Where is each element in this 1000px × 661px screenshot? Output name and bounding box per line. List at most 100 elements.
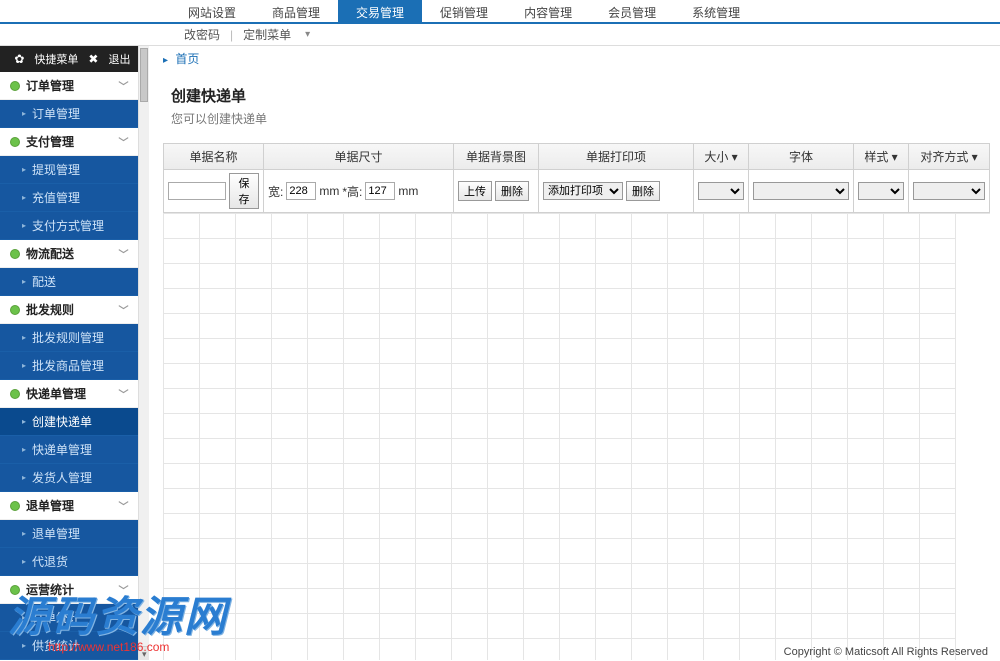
delete-print-button[interactable]: 删除 <box>626 181 660 201</box>
sidebar: 订单管理﹀▸订单管理支付管理﹀▸提现管理▸充值管理▸支付方式管理物流配送﹀▸配送… <box>0 72 138 660</box>
footer-copyright: Copyright © Maticsoft All Rights Reserve… <box>784 646 988 658</box>
header-style: 样式 ▾ <box>854 144 909 169</box>
header-bg: 单据背景图 <box>454 144 539 169</box>
sidebar-item[interactable]: ▸快递单管理 <box>0 436 138 464</box>
sidebar-group[interactable]: 批发规则﹀ <box>0 296 138 324</box>
options-bar: 单据名称 单据尺寸 单据背景图 单据打印项 大小 ▾ 字体 样式 ▾ 对齐方式 … <box>163 143 990 213</box>
sidebar-item[interactable]: ▸代退货 <box>0 548 138 576</box>
sub-toolbar: 改密码 | 定制菜单 ▾ <box>0 24 1000 46</box>
quick-bar: ✿ 快捷菜单 ✖ 退出 <box>0 46 138 72</box>
topnav-item[interactable]: 商品管理 <box>254 0 338 22</box>
design-grid[interactable] <box>163 213 990 660</box>
header-print: 单据打印项 <box>539 144 694 169</box>
width-input[interactable] <box>286 182 316 200</box>
align-select[interactable] <box>913 182 985 200</box>
exit-button[interactable]: 退出 <box>108 51 130 67</box>
sidebar-item[interactable]: ▸支付方式管理 <box>0 212 138 240</box>
sidebar-item[interactable]: ▸创建快递单 <box>0 408 138 436</box>
status-dot-icon <box>10 389 20 399</box>
height-label: *高: <box>342 183 362 200</box>
bullet-icon: ▸ <box>22 641 26 650</box>
chevron-icon: ﹀ <box>118 582 128 597</box>
save-button[interactable]: 保存 <box>229 173 259 209</box>
sidebar-item[interactable]: ▸批发规则管理 <box>0 324 138 352</box>
scrollbar-thumb[interactable] <box>140 48 148 102</box>
bullet-icon: ▸ <box>22 361 26 370</box>
mm-label: mm <box>319 184 339 198</box>
breadcrumb: ▸ 首页 <box>153 46 1000 71</box>
sidebar-item[interactable]: ▸供货统计 <box>0 632 138 660</box>
custom-menu-link[interactable]: 定制菜单 <box>239 26 295 43</box>
upload-button[interactable]: 上传 <box>458 181 492 201</box>
bullet-icon: ▸ <box>22 165 26 174</box>
chevron-icon: ﹀ <box>118 134 128 149</box>
bullet-icon: ▸ <box>22 109 26 118</box>
chevron-icon: ﹀ <box>118 386 128 401</box>
header-size: 单据尺寸 <box>264 144 454 169</box>
sidebar-item[interactable]: ▸订单统计 <box>0 604 138 632</box>
close-icon: ✖ <box>88 52 98 66</box>
top-nav: 网站设置商品管理交易管理促销管理内容管理会员管理系统管理 <box>0 0 1000 24</box>
bullet-icon: ▸ <box>22 557 26 566</box>
sidebar-group[interactable]: 运营统计﹀ <box>0 576 138 604</box>
status-dot-icon <box>10 585 20 595</box>
sidebar-item[interactable]: ▸提现管理 <box>0 156 138 184</box>
fontsize-select[interactable] <box>698 182 744 200</box>
chevron-icon: ﹀ <box>118 78 128 93</box>
delete-bg-button[interactable]: 删除 <box>495 181 529 201</box>
topnav-item[interactable]: 系统管理 <box>674 0 758 22</box>
separator: | <box>226 28 237 42</box>
topnav-item[interactable]: 会员管理 <box>590 0 674 22</box>
quick-menu-button[interactable]: 快捷菜单 <box>34 51 78 67</box>
panel-header: 创建快递单 您可以创建快递单 <box>153 71 1000 137</box>
height-input[interactable] <box>365 182 395 200</box>
page-subtitle: 您可以创建快递单 <box>171 110 982 127</box>
bullet-icon: ▸ <box>22 193 26 202</box>
header-name: 单据名称 <box>164 144 264 169</box>
bullet-icon: ▸ <box>22 221 26 230</box>
sidebar-item[interactable]: ▸订单管理 <box>0 100 138 128</box>
header-fontsize: 大小 ▾ <box>694 144 749 169</box>
bullet-icon: ▸ <box>22 445 26 454</box>
sidebar-item[interactable]: ▸充值管理 <box>0 184 138 212</box>
status-dot-icon <box>10 81 20 91</box>
change-password-link[interactable]: 改密码 <box>180 26 224 43</box>
sidebar-item[interactable]: ▸批发商品管理 <box>0 352 138 380</box>
gear-icon: ✿ <box>14 52 24 66</box>
header-align: 对齐方式 ▾ <box>909 144 989 169</box>
sidebar-group[interactable]: 订单管理﹀ <box>0 72 138 100</box>
bullet-icon: ▸ <box>22 277 26 286</box>
status-dot-icon <box>10 249 20 259</box>
header-font: 字体 <box>749 144 854 169</box>
sidebar-group[interactable]: 退单管理﹀ <box>0 492 138 520</box>
sidebar-item[interactable]: ▸发货人管理 <box>0 464 138 492</box>
topnav-item[interactable]: 内容管理 <box>506 0 590 22</box>
chevron-right-icon: ▸ <box>163 55 168 66</box>
status-dot-icon <box>10 305 20 315</box>
breadcrumb-home[interactable]: 首页 <box>175 52 199 66</box>
sidebar-item[interactable]: ▸配送 <box>0 268 138 296</box>
sidebar-item[interactable]: ▸退单管理 <box>0 520 138 548</box>
topnav-item[interactable]: 交易管理 <box>338 0 422 22</box>
sidebar-group[interactable]: 支付管理﹀ <box>0 128 138 156</box>
style-select[interactable] <box>858 182 904 200</box>
chevron-icon: ﹀ <box>118 246 128 261</box>
bullet-icon: ▸ <box>22 417 26 426</box>
print-item-select[interactable]: 添加打印项 <box>543 182 623 200</box>
sidebar-group[interactable]: 物流配送﹀ <box>0 240 138 268</box>
chevron-down-icon: ▾ <box>301 29 314 40</box>
bullet-icon: ▸ <box>22 613 26 622</box>
sidebar-scrollbar[interactable]: ▾ <box>138 46 149 660</box>
chevron-icon: ﹀ <box>118 302 128 317</box>
topnav-item[interactable]: 网站设置 <box>170 0 254 22</box>
mm-label-2: mm <box>398 184 418 198</box>
sidebar-group[interactable]: 快递单管理﹀ <box>0 380 138 408</box>
width-label: 宽: <box>268 183 283 200</box>
status-dot-icon <box>10 501 20 511</box>
bullet-icon: ▸ <box>22 473 26 482</box>
font-select[interactable] <box>753 182 849 200</box>
scrollbar-down-icon[interactable]: ▾ <box>139 646 149 660</box>
bullet-icon: ▸ <box>22 333 26 342</box>
doc-name-input[interactable] <box>168 182 226 200</box>
topnav-item[interactable]: 促销管理 <box>422 0 506 22</box>
